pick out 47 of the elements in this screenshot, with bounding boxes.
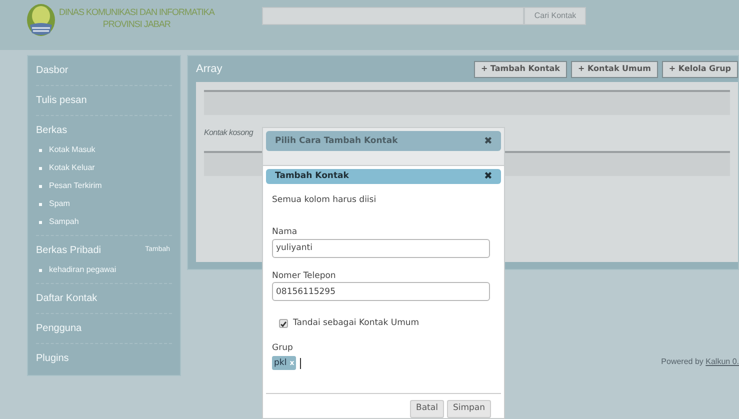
field-label: Nama: [272, 226, 298, 238]
sidebar-item[interactable]: Kotak Masuk: [49, 144, 96, 156]
sidebar-item[interactable]: Sampah: [49, 216, 79, 228]
bullet-icon: [39, 184, 42, 188]
empty-message: Kontak kosong: [204, 127, 254, 139]
text-cursor: [300, 358, 302, 369]
form-note: Semua kolom harus diisi: [272, 194, 378, 207]
panel-title: Array: [196, 62, 222, 77]
input-field[interactable]: yuliyanti: [272, 238, 490, 258]
checkbox-label: Tandai sebagai Kontak Umum: [293, 317, 420, 330]
footer-text: Powered by Kalkun 0.: [661, 356, 739, 368]
tag-label: pkl: [274, 356, 287, 370]
sidebar-item[interactable]: Tulis pesan: [36, 93, 87, 108]
sidebar-item[interactable]: kehadiran pegawai: [49, 264, 116, 276]
shield-emblem-icon: [26, 3, 56, 37]
sidebar-item[interactable]: Plugins: [36, 351, 69, 366]
sidebar-item[interactable]: Dasbor: [36, 63, 68, 78]
dialog-button[interactable]: Batal: [410, 400, 444, 418]
section-heading: Berkas: [36, 124, 68, 138]
bullet-icon: [39, 220, 42, 224]
footer-link[interactable]: Kalkun 0.: [706, 357, 739, 366]
field-label: Nomer Telepon: [272, 270, 337, 282]
search-button[interactable]: Cari Kontak: [524, 7, 586, 25]
checkbox[interactable]: [279, 319, 288, 328]
field-label: Grup: [272, 342, 294, 355]
org-name: DINAS KOMUNIKASI DAN INFORMATIKA: [59, 6, 214, 18]
close-icon[interactable]: ✖: [484, 169, 492, 184]
section-heading: Berkas Pribadi: [36, 244, 102, 258]
action-button[interactable]: + Kontak Umum: [570, 60, 658, 78]
sidebar-item[interactable]: Pengguna: [36, 321, 82, 336]
sidebar-item[interactable]: Daftar Kontak: [36, 291, 98, 306]
dialog-title: Pilih Cara Tambah Kontak: [275, 134, 398, 148]
dialog-title: Tambah Kontak: [275, 170, 349, 183]
search-field[interactable]: [262, 7, 524, 25]
action-button[interactable]: + Tambah Kontak: [474, 60, 567, 78]
bullet-icon: [39, 166, 42, 170]
action-button[interactable]: + Kelola Grup: [662, 60, 738, 78]
sidebar-item[interactable]: Pesan Terkirim: [49, 180, 102, 192]
org-region: PROVINSI JABAR: [102, 18, 170, 30]
bullet-icon: [39, 268, 42, 272]
close-icon[interactable]: ✖: [484, 134, 492, 148]
input-field[interactable]: 08156115295: [272, 282, 490, 302]
sidebar-item[interactable]: Spam: [49, 198, 70, 210]
bullet-icon: [39, 148, 42, 152]
dialog-button[interactable]: Simpan: [446, 400, 491, 418]
bullet-icon: [39, 202, 42, 206]
sidebar-item[interactable]: Kotak Keluar: [49, 162, 95, 174]
